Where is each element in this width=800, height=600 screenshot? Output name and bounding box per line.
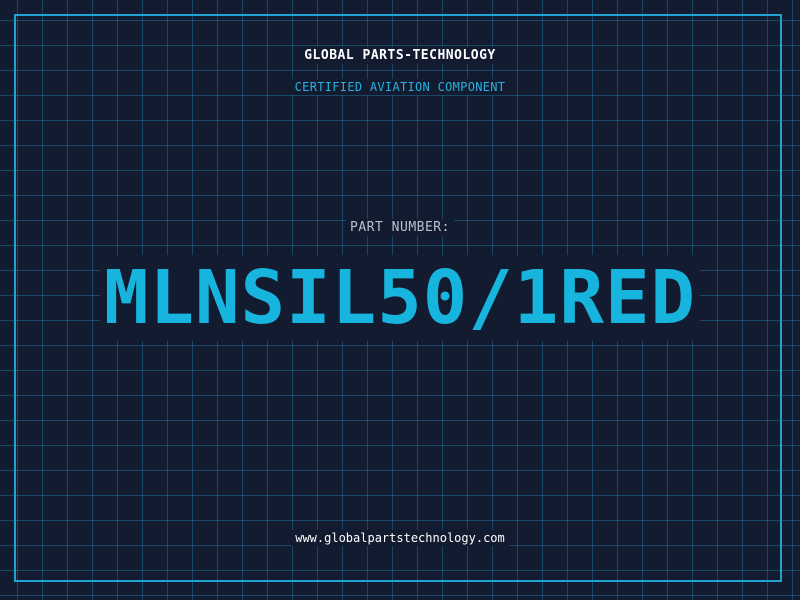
company-name: GLOBAL PARTS-TECHNOLOGY <box>0 47 800 64</box>
website-url-text[interactable]: www.globalpartstechnology.com <box>291 530 509 546</box>
certification-subtitle-text: CERTIFIED AVIATION COMPONENT <box>290 79 510 95</box>
company-name-text: GLOBAL PARTS-TECHNOLOGY <box>300 47 500 64</box>
part-number-label: PART NUMBER: <box>0 219 800 236</box>
part-number-label-text: PART NUMBER: <box>346 219 454 236</box>
part-number: MLNSIL50/1RED <box>0 255 800 341</box>
certification-subtitle: CERTIFIED AVIATION COMPONENT <box>0 79 800 95</box>
website-url[interactable]: www.globalpartstechnology.com <box>0 530 800 546</box>
part-card: GLOBAL PARTS-TECHNOLOGY CERTIFIED AVIATI… <box>0 0 800 600</box>
part-number-text: MLNSIL50/1RED <box>99 255 701 341</box>
